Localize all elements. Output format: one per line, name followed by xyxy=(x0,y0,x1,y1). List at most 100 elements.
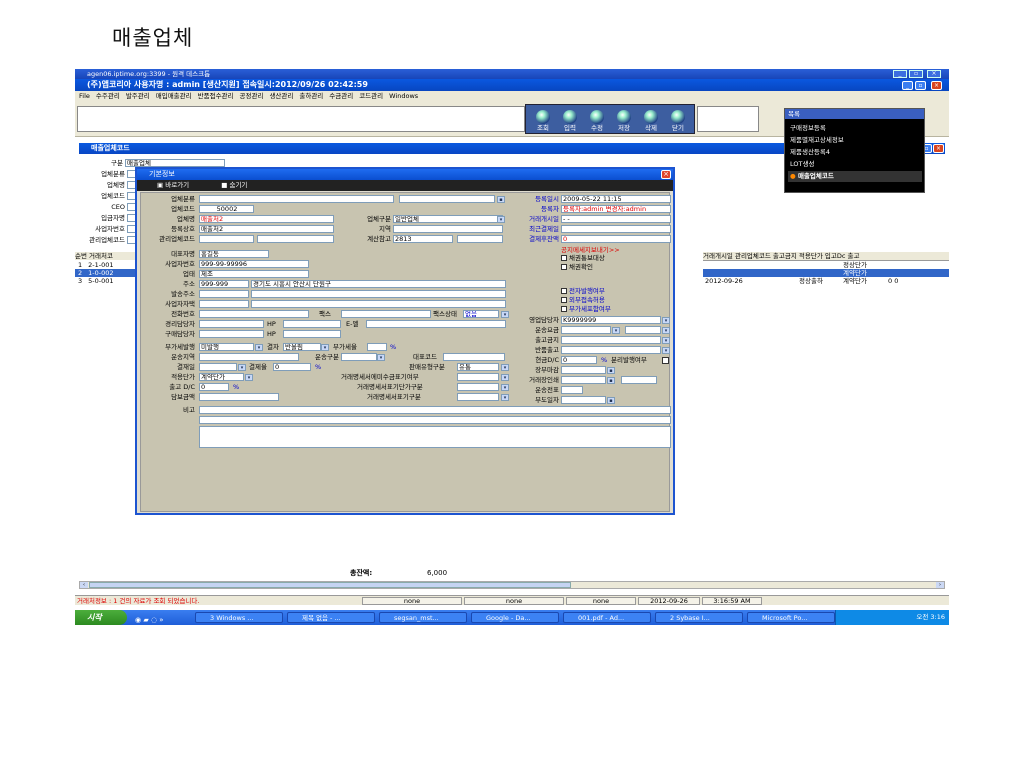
buyer-field[interactable] xyxy=(199,330,264,338)
task-button[interactable]: 제목 없음 - ... xyxy=(287,612,375,623)
search-select[interactable]: 매출업체 xyxy=(125,159,225,167)
popup-item[interactable]: ● 매출업체코드 xyxy=(788,171,922,182)
memo-field-1[interactable] xyxy=(199,406,671,414)
quicklaunch-icons[interactable]: ◉ ▰ ◌ » xyxy=(135,613,164,625)
hide-button[interactable]: 숨기기 xyxy=(229,181,247,189)
phone-field[interactable] xyxy=(199,310,309,318)
task-button[interactable]: 001.pdf - Ad... xyxy=(563,612,651,623)
trade-stamp-extra[interactable] xyxy=(621,376,657,384)
task-button[interactable]: segsan_mst... xyxy=(379,612,467,623)
toolbar-button[interactable]: 삭제 xyxy=(640,109,662,137)
popup-item[interactable]: 구매정보등록 xyxy=(788,123,922,134)
chevron-down-icon[interactable]: ▾ xyxy=(612,327,620,334)
chevron-down-icon[interactable]: ▾ xyxy=(501,384,509,391)
restore-icon[interactable]: ▫ xyxy=(909,70,923,78)
table-row[interactable]: 3 5-0-001 xyxy=(75,277,139,285)
chevron-down-icon[interactable]: ▾ xyxy=(662,347,670,354)
menu-item[interactable]: 코드관리 xyxy=(359,92,383,100)
app-minimize-icon[interactable]: _ xyxy=(902,81,913,90)
ship-fee-select[interactable] xyxy=(561,326,611,334)
check-bond-confirm[interactable]: 채권확인 xyxy=(561,263,593,271)
fax-status-select[interactable]: 없음 xyxy=(463,310,499,318)
home-address-field[interactable] xyxy=(251,300,506,308)
calendar-icon[interactable]: ▪ xyxy=(607,377,615,384)
chevron-down-icon[interactable]: ▾ xyxy=(501,374,509,381)
out-dc-field[interactable]: 0 xyxy=(199,383,229,391)
toolbar-button[interactable]: 닫기 xyxy=(667,109,689,137)
biz-type-field[interactable]: 제조 xyxy=(199,270,309,278)
company-code-field[interactable]: 50002 xyxy=(199,205,254,213)
tax3-select[interactable] xyxy=(457,393,499,401)
table-row[interactable]: 2 1-0-002 xyxy=(75,269,139,277)
accountant-field[interactable] xyxy=(199,320,264,328)
menu-item[interactable]: 생산관리 xyxy=(269,92,293,100)
start-button[interactable]: 시작 xyxy=(75,610,127,625)
chevron-down-icon[interactable]: ▾ xyxy=(501,311,509,318)
company-class-field[interactable] xyxy=(199,195,394,203)
registered-name-field[interactable]: 매출처2 xyxy=(199,225,334,233)
company-class-extra[interactable] xyxy=(399,195,495,203)
right-table-row[interactable]: 정상단가 xyxy=(703,261,949,269)
calendar-icon[interactable]: ▪ xyxy=(497,196,505,203)
mail-zip-field[interactable] xyxy=(199,290,249,298)
tax2-select[interactable] xyxy=(457,383,499,391)
tax-ref-extra[interactable] xyxy=(457,235,503,243)
ship-region-field[interactable] xyxy=(199,353,299,361)
company-name-field[interactable]: 매출처2 xyxy=(199,215,334,223)
trade-start-field[interactable]: - - xyxy=(561,215,671,223)
menu-item[interactable]: File xyxy=(79,92,90,100)
check-external-access[interactable]: 외부접속허용 xyxy=(561,296,605,304)
scroll-left-icon[interactable]: ‹ xyxy=(80,582,88,588)
vat-issue-select[interactable]: 미발행 xyxy=(199,343,254,351)
right-table-row[interactable]: 계약단가 xyxy=(703,269,949,277)
chevron-down-icon[interactable]: ▾ xyxy=(662,317,670,324)
chevron-down-icon[interactable]: ▾ xyxy=(238,364,246,371)
toolbar-button[interactable]: 저장 xyxy=(613,109,635,137)
popup-item[interactable]: 제품별재고상세정보 xyxy=(788,135,922,146)
pay-day-select[interactable] xyxy=(199,363,237,371)
deadline-field[interactable] xyxy=(561,366,606,374)
ship-slip-field[interactable] xyxy=(561,386,583,394)
minimize-icon[interactable]: _ xyxy=(893,70,907,78)
chevron-down-icon[interactable]: ▾ xyxy=(501,364,509,371)
menu-item[interactable]: 반품접수관리 xyxy=(198,92,234,100)
win-close-icon[interactable]: × xyxy=(933,144,944,153)
chevron-down-icon[interactable]: ▾ xyxy=(321,344,329,351)
vat-rate-field[interactable] xyxy=(367,343,387,351)
company-type-select[interactable]: 일반업체 xyxy=(393,215,503,223)
sales-channel-select[interactable]: 유통 xyxy=(457,363,499,371)
mgmt-code-name[interactable] xyxy=(257,235,334,243)
chevron-down-icon[interactable]: ▾ xyxy=(662,337,670,344)
right-table-row[interactable]: 2012-09-26 정상출하 계약단가 0 0 xyxy=(703,277,949,285)
shortcut-button[interactable]: 바로가기 xyxy=(165,181,189,189)
horizontal-scrollbar[interactable]: ‹ › xyxy=(79,581,945,589)
app-close-icon[interactable]: × xyxy=(931,81,942,90)
task-button[interactable]: 2 Sybase I... xyxy=(655,612,743,623)
toolbar-button[interactable]: 입력 xyxy=(559,109,581,137)
region-field[interactable] xyxy=(393,225,503,233)
memo-field-2[interactable] xyxy=(199,416,671,424)
toolbar-button[interactable]: 조회 xyxy=(532,109,554,137)
calendar-icon[interactable]: ▪ xyxy=(607,397,615,404)
menu-item[interactable]: Windows xyxy=(389,92,418,100)
dialog-close-icon[interactable]: × xyxy=(661,170,671,179)
chevron-down-icon[interactable]: ▾ xyxy=(501,394,509,401)
check-bond-notify[interactable]: 채권통보대상 xyxy=(561,254,605,262)
popup-item[interactable]: LOT생성 xyxy=(788,159,922,170)
shortcut-icon[interactable]: ▣ xyxy=(157,181,163,189)
email-field[interactable] xyxy=(366,320,506,328)
zip-field[interactable]: 999-999 xyxy=(199,280,249,288)
chevron-down-icon[interactable]: ▾ xyxy=(377,354,385,361)
chevron-down-icon[interactable]: ▾ xyxy=(497,216,505,223)
cash-dc-field[interactable]: 0 xyxy=(561,356,597,364)
menu-item[interactable]: 발주관리 xyxy=(126,92,150,100)
close-icon[interactable]: × xyxy=(927,70,941,78)
check-e-issue[interactable]: 전자발행여부 xyxy=(561,287,605,295)
chevron-down-icon[interactable]: ▾ xyxy=(255,344,263,351)
check-vat-included[interactable]: 부가세포함여부 xyxy=(561,305,611,313)
tax-ref-field[interactable]: 2813 xyxy=(393,235,453,243)
scroll-thumb[interactable] xyxy=(89,582,571,588)
home-zip-field[interactable] xyxy=(199,300,249,308)
pay-rate-field[interactable]: 0 xyxy=(273,363,311,371)
apply-price-select[interactable]: 계약단가 xyxy=(199,373,244,381)
